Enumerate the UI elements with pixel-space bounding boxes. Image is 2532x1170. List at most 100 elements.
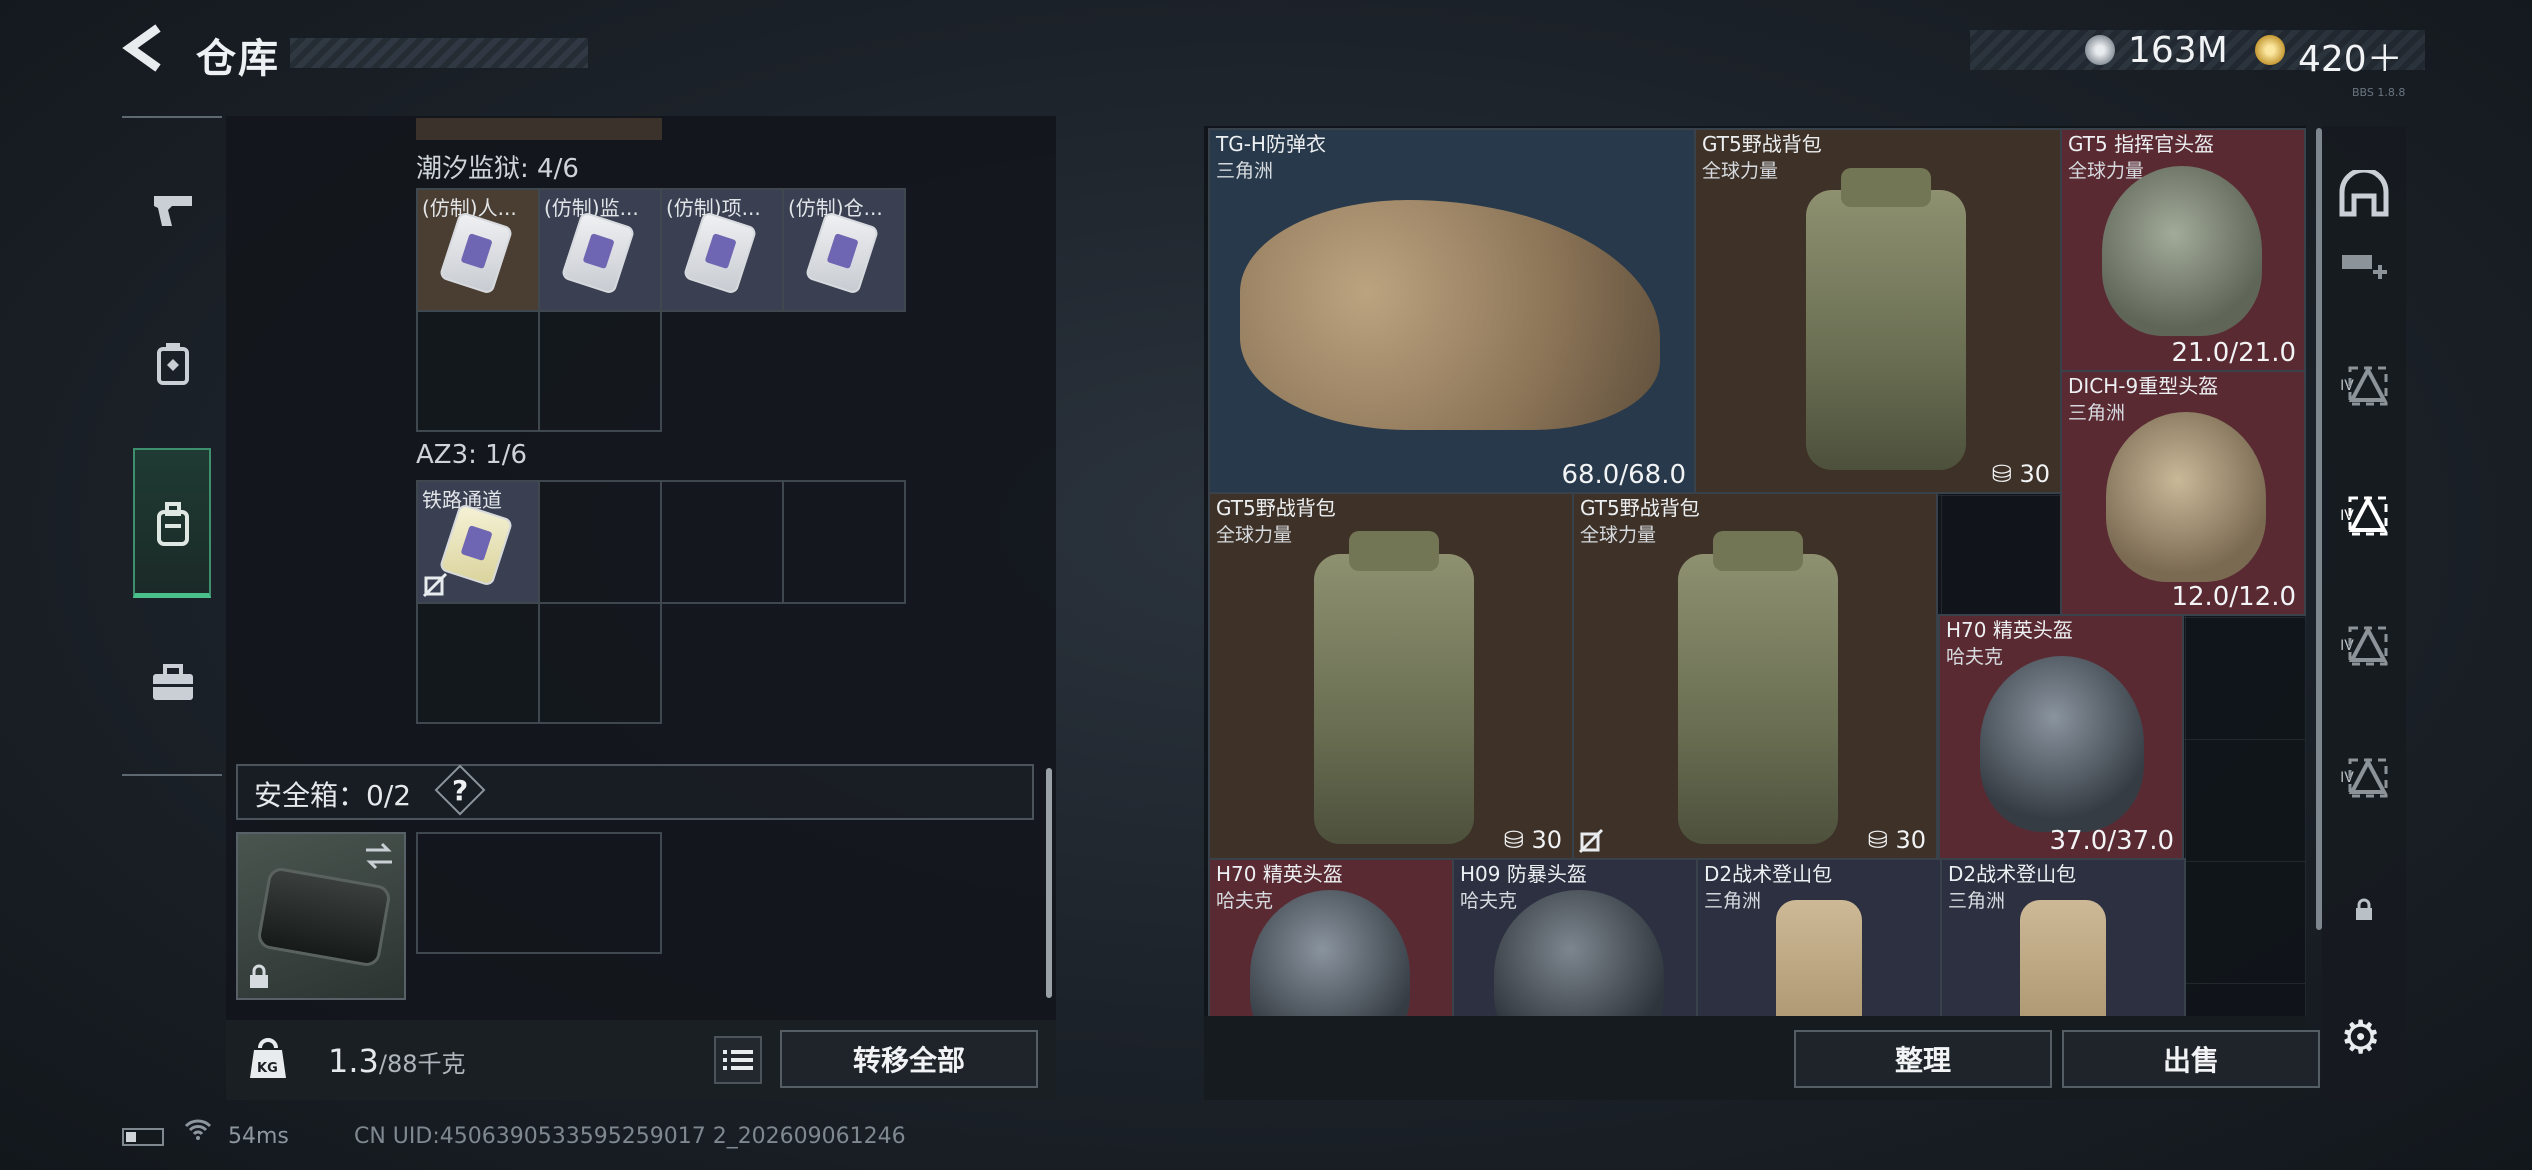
sort-button[interactable]: 整理 [1794, 1030, 2052, 1088]
item-faction: 全球力量 [1702, 160, 1779, 182]
key-card-icon [438, 503, 514, 587]
backpack-image [1314, 530, 1474, 844]
item-faction: 三角洲 [2068, 402, 2126, 424]
storage-home-icon[interactable] [2336, 166, 2392, 222]
empty-slot[interactable] [782, 480, 906, 604]
grid-item[interactable]: GT5野战背包 全球力量 ⛁ 30 [1694, 128, 2062, 494]
item-name: H70 精英头盔 [1216, 862, 1343, 886]
slot-item[interactable]: (仿制)监... [538, 188, 662, 312]
version-tag: BBS 1.8.8 [2352, 86, 2406, 99]
item-faction: 全球力量 [1580, 524, 1657, 546]
section-label-tidal-prison: 潮汐监狱: 4/6 [416, 154, 579, 184]
section-label-az3: AZ3: 1/6 [416, 440, 528, 470]
backpack-image [1806, 167, 1966, 470]
grid-item[interactable]: H09 防暴头盔 哈夫克 [1452, 858, 1698, 1018]
item-name: GT5 指挥官头盔 [2068, 132, 2215, 156]
item-faction: 三角洲 [1704, 890, 1762, 912]
item-name: DICH-9重型头盔 [2068, 374, 2219, 398]
storage-page-icon [2348, 366, 2388, 406]
add-page-icon[interactable] [2336, 246, 2392, 286]
grid-item[interactable]: GT5野战背包 全球力量 ⛁ 30 [1208, 492, 1574, 860]
key-card-icon [438, 211, 514, 295]
rail-item-weapon[interactable] [134, 158, 212, 262]
settings-gear-icon[interactable]: ⚙ [2340, 1010, 2381, 1064]
currency2-value[interactable]: 420＋ [2298, 30, 2403, 82]
currency1-value[interactable]: 163M [2128, 30, 2228, 71]
rail-item-toolbox[interactable] [134, 632, 212, 736]
page-tab-4[interactable]: IV [2336, 750, 2392, 806]
empty-slot[interactable] [660, 480, 784, 604]
slot-item[interactable]: 铁路通道 [416, 480, 540, 604]
weight-kg-icon: KG [246, 1036, 290, 1082]
no-insure-icon [422, 572, 448, 598]
rail-item-equipment[interactable] [134, 312, 212, 416]
item-durability: 21.0/21.0 [2171, 338, 2296, 368]
backpack-image [1678, 530, 1838, 844]
empty-slot[interactable] [538, 602, 662, 724]
storage-page-icon [2348, 626, 2388, 666]
list-view-button[interactable] [714, 1036, 762, 1084]
briefcase-icon [153, 664, 193, 700]
page-tab-2-active[interactable]: IV [2336, 488, 2392, 544]
grid-item[interactable]: D2战术登山包 三角洲 [1696, 858, 1942, 1018]
az3-grid: 铁路通道 [416, 480, 906, 724]
previous-section-slots [416, 118, 662, 140]
item-name: GT5野战背包 [1580, 496, 1700, 520]
empty-slot[interactable] [538, 480, 662, 604]
silver-coin-icon [2085, 35, 2115, 65]
pistol-icon [154, 196, 192, 226]
uid-readout: CN UID:4506390533595259017 2_20260906124… [354, 1124, 906, 1149]
item-durability: 12.0/12.0 [2171, 582, 2296, 612]
grid-item[interactable]: TG-H防弹衣 三角洲 68.0/68.0 [1208, 128, 1696, 494]
item-name: D2战术登山包 [1704, 862, 1833, 886]
grid-item[interactable]: D2战术登山包 三角洲 [1940, 858, 2186, 1018]
key-card-icon [560, 211, 636, 295]
item-name: D2战术登山包 [1948, 862, 2077, 886]
sell-button[interactable]: 出售 [2062, 1030, 2320, 1088]
item-faction: 哈夫克 [1946, 646, 2004, 668]
empty-slot[interactable] [416, 602, 540, 724]
item-capacity: ⛁ 30 [1867, 826, 1926, 854]
back-chevron-icon[interactable] [120, 22, 170, 82]
ping-readout: 54ms [228, 1124, 289, 1149]
tidal-prison-grid: (仿制)人... (仿制)监... (仿制)项... (仿制)仓... [416, 188, 906, 432]
slot-item[interactable]: (仿制)人... [416, 188, 540, 312]
item-name: GT5野战背包 [1702, 132, 1822, 156]
item-faction: 哈夫克 [1216, 890, 1274, 912]
transfer-all-button[interactable]: 转移全部 [780, 1030, 1038, 1088]
backpack-icon [157, 502, 189, 546]
item-capacity: ⛁ 30 [1991, 460, 2050, 488]
item-faction: 全球力量 [1216, 524, 1293, 546]
title-decoration [290, 38, 588, 68]
empty-slot[interactable] [416, 832, 662, 954]
storage-page-icon [2348, 496, 2388, 536]
helmet-image [2102, 166, 2262, 336]
rail-item-backpack[interactable] [133, 448, 211, 598]
grid-item[interactable]: GT5野战背包 全球力量 ⛁ 30 [1572, 492, 1938, 860]
empty-slot[interactable] [416, 310, 540, 432]
grid-item[interactable]: GT5 指挥官头盔 全球力量 21.0/21.0 [2060, 128, 2306, 372]
wifi-icon [184, 1118, 212, 1146]
page-tab-1[interactable]: IV [2336, 358, 2392, 414]
gold-coin-icon [2255, 35, 2285, 65]
item-durability: 68.0/68.0 [1561, 460, 1686, 490]
grid-item[interactable]: H70 精英头盔 哈夫克 37.0/37.0 [1938, 614, 2184, 860]
swap-icon [366, 842, 392, 870]
helmet-image [1250, 890, 1410, 1018]
body-armor-image [1240, 200, 1660, 430]
left-scrollbar[interactable] [1046, 768, 1052, 998]
item-durability: 37.0/37.0 [2049, 826, 2174, 856]
slot-item[interactable]: (仿制)项... [660, 188, 784, 312]
empty-slot[interactable] [538, 310, 662, 432]
slot-item[interactable]: (仿制)仓... [782, 188, 906, 312]
grid-item[interactable]: H70 精英头盔 哈夫克 [1208, 858, 1454, 1018]
help-button[interactable]: ? [452, 774, 468, 807]
item-faction: 三角洲 [1216, 160, 1274, 182]
armor-icon [157, 343, 189, 385]
lock-icon [250, 964, 268, 988]
item-faction: 全球力量 [2068, 160, 2145, 182]
grid-item[interactable]: DICH-9重型头盔 三角洲 12.0/12.0 [2060, 370, 2306, 616]
item-name: TG-H防弹衣 [1216, 132, 1326, 156]
lock-icon[interactable] [2336, 882, 2392, 938]
page-tab-3[interactable]: IV [2336, 618, 2392, 674]
